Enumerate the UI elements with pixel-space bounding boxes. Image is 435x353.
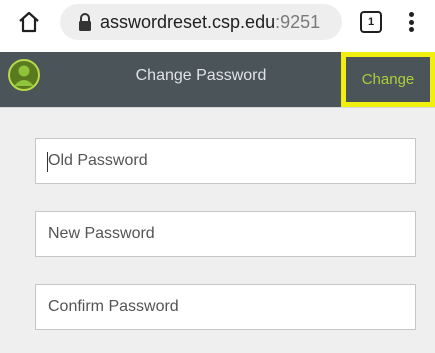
page-title: Change Password [135,67,267,84]
change-button[interactable]: Change [346,57,430,102]
menu-dot [408,19,414,25]
text-cursor [47,152,48,172]
browser-toolbar: asswordreset.csp.edu:9251 1 [0,0,435,43]
url-text: asswordreset.csp.edu:9251 [100,4,320,40]
home-button[interactable] [16,9,42,35]
tab-count: 1 [367,16,375,28]
menu-dot [408,12,414,17]
address-bar[interactable]: asswordreset.csp.edu:9251 [60,4,342,40]
old-password-input[interactable] [35,138,416,184]
menu-dot [408,27,414,32]
change-button-highlight: Change [341,52,435,107]
confirm-password-input[interactable] [35,284,416,330]
new-password-input[interactable] [35,211,416,257]
lock-icon [79,13,91,31]
url-host: asswordreset.csp.edu [100,12,276,32]
password-form [0,107,435,353]
tab-switcher-button[interactable]: 1 [360,11,382,33]
home-icon [19,11,39,33]
app-header: Change Password Change [0,52,435,107]
overflow-menu-icon[interactable] [404,10,418,34]
url-port: :9251 [275,12,321,32]
